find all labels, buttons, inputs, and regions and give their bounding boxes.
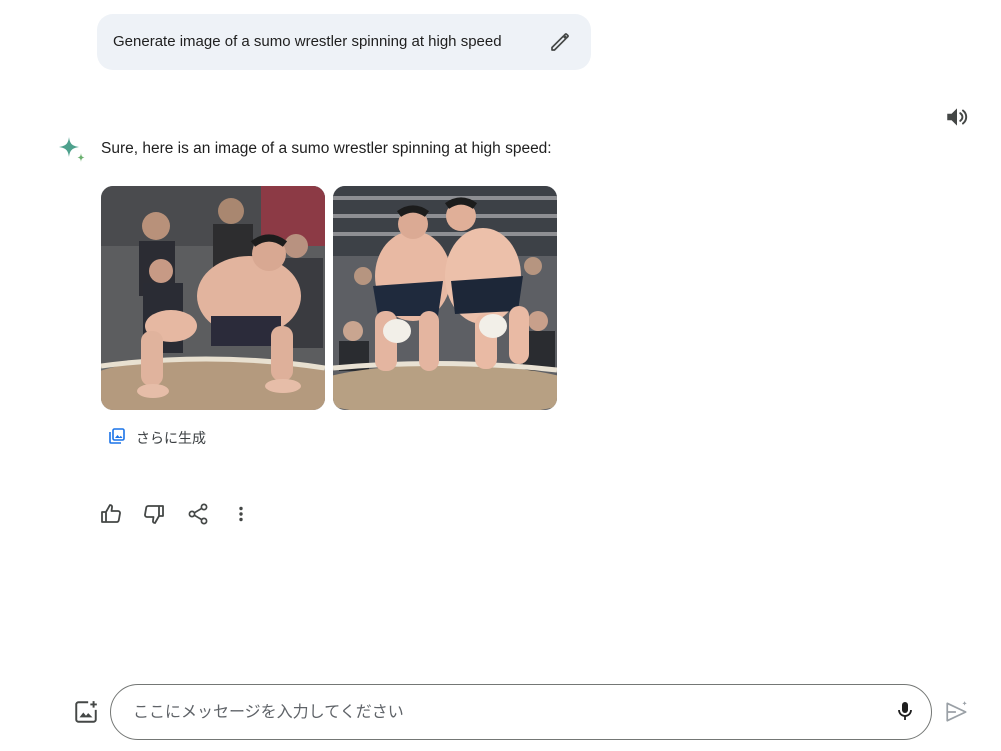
- thumbs-up-icon[interactable]: [99, 502, 123, 526]
- pencil-icon[interactable]: [548, 30, 572, 54]
- image-stack-icon: [108, 427, 126, 445]
- send-icon[interactable]: [944, 699, 970, 725]
- share-icon[interactable]: [186, 502, 210, 526]
- thumbs-down-icon[interactable]: [142, 502, 166, 526]
- user-prompt-bubble: Generate image of a sumo wrestler spinni…: [97, 14, 591, 70]
- mic-icon[interactable]: [893, 699, 917, 723]
- message-input[interactable]: [131, 699, 875, 727]
- user-prompt-text: Generate image of a sumo wrestler spinni…: [113, 33, 502, 50]
- generate-more-label: さらに生成: [136, 430, 206, 446]
- generated-image-2[interactable]: [333, 186, 557, 410]
- generated-image-1[interactable]: [101, 186, 325, 410]
- add-image-icon[interactable]: [73, 699, 99, 725]
- message-composer: [110, 684, 932, 740]
- speaker-icon[interactable]: [944, 104, 970, 130]
- sparkle-icon: [57, 135, 87, 165]
- more-vert-icon[interactable]: [229, 502, 253, 526]
- response-text: Sure, here is an image of a sumo wrestle…: [101, 140, 552, 157]
